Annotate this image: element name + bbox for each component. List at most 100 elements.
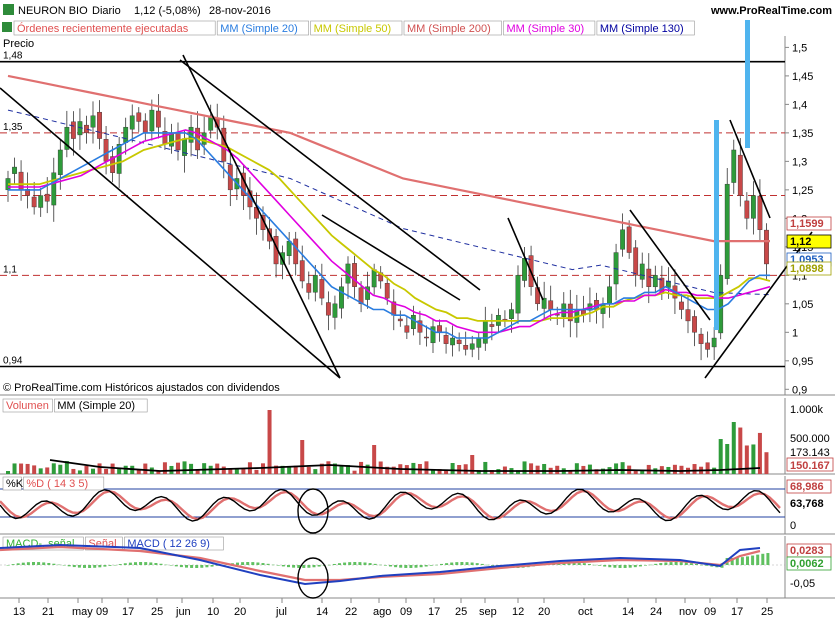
volume-bar (574, 463, 579, 474)
volume-bar (143, 463, 148, 474)
volume-bar (463, 464, 468, 474)
volume-bar (25, 463, 30, 474)
candle (352, 263, 357, 287)
volume-bar (182, 461, 187, 474)
candle (692, 316, 697, 333)
macd-histogram-bar (281, 565, 285, 567)
macd-histogram-bar (608, 565, 612, 568)
x-tick-7: 10 (207, 606, 219, 618)
macd-histogram-bar (659, 563, 663, 565)
volume-bar (705, 462, 710, 474)
macd-histogram-bar (383, 565, 387, 566)
volume-bar (97, 463, 102, 474)
macd-histogram-bar (108, 565, 112, 566)
macd-histogram-bar (475, 563, 479, 565)
x-axis: 13 21 may 09 17 25 jun 10 20 jul 14 22 ago 09 17 25 sep 1… (0, 598, 835, 620)
candle (626, 226, 632, 253)
x-tick-4: 17 (122, 606, 134, 618)
candle (38, 195, 44, 208)
macd-histogram-bar (465, 562, 469, 565)
macd-histogram-bar (57, 564, 61, 566)
macd-histogram-bar (292, 565, 296, 568)
stock-chart[interactable]: NEURON BIO Diario 1,12 (-5,08%) 28-nov-2… (0, 0, 835, 620)
volume-bar (19, 463, 24, 474)
volume-tick-0: 1.000k (790, 404, 824, 416)
volume-legend-0: Volumen (6, 400, 49, 412)
macd-histogram-bar (669, 562, 673, 565)
volume-bar (542, 463, 547, 474)
x-tick-2: may (72, 606, 93, 618)
x-tick-25: 25 (761, 606, 773, 618)
macd-histogram-bar (756, 554, 760, 565)
macd-histogram-bar (761, 553, 765, 565)
volume-panel: Volumen MM (Simple 20) 1.000k 500.000 173.14… (0, 398, 835, 475)
instrument-icon[interactable] (3, 4, 14, 15)
volume-bar (326, 461, 331, 474)
volume-bar (555, 465, 560, 474)
stoch-tick-1: 0 (790, 520, 796, 532)
macd-histogram-bar (159, 563, 163, 565)
chart-header: NEURON BIO Diario 1,12 (-5,08%) 28-nov-2… (0, 0, 835, 20)
x-tick-19: oct (578, 606, 593, 618)
volume-bar (234, 468, 239, 474)
macd-histogram-bar (394, 565, 398, 568)
volume-bar (117, 468, 122, 474)
legend-item-2: MM (Simple 50) (314, 23, 392, 35)
candle (757, 195, 763, 230)
candle (155, 110, 161, 128)
candle (97, 111, 102, 139)
candle (31, 196, 37, 208)
macd-histogram-bar (638, 565, 642, 567)
price-panel: Precio1,48 1,35 1,1 0,94 1,5 1,45 1,4 1,35 1,3 1,… (0, 20, 835, 396)
macd-histogram-bar (37, 562, 41, 565)
macd-histogram-bar (740, 557, 744, 565)
candle (136, 112, 142, 122)
macd-histogram-bar (445, 563, 449, 565)
candle (548, 300, 554, 310)
macd-histogram-bar (603, 565, 607, 567)
level-label-0: 1,48 (3, 51, 23, 62)
macd-histogram-bar (429, 565, 433, 566)
x-tick-14: 17 (428, 606, 440, 618)
price-tick-5: 1,25 (792, 185, 813, 197)
macd-histogram-bar (42, 562, 46, 565)
stoch-legend-0: %K (6, 478, 24, 490)
price-tick-2: 1,4 (792, 99, 807, 111)
candle (286, 240, 292, 256)
macd-histogram-bar (582, 563, 586, 565)
volume-bar (352, 470, 357, 474)
candle (443, 335, 449, 344)
volume-bar (692, 464, 697, 474)
price-panel-label: Precio (3, 38, 34, 50)
candle (424, 336, 429, 339)
macd-histogram-bar (169, 565, 173, 566)
volume-bar (620, 462, 625, 474)
candle (476, 337, 482, 348)
macd-histogram-bar (674, 562, 678, 565)
candle (469, 343, 475, 350)
macd-histogram-bar (266, 563, 270, 565)
volume-bar (587, 464, 592, 474)
indicator-legend: Órdenes recientemente ejecutadas MM (Simp… (0, 20, 835, 36)
instrument-name: NEURON BIO (18, 5, 88, 17)
x-tick-11: 22 (345, 606, 357, 618)
macd-histogram-bar (649, 564, 653, 566)
macd-histogram-bar (98, 565, 102, 568)
candle (221, 127, 227, 162)
macd-histogram-bar (88, 565, 92, 568)
macd-histogram-bar (302, 565, 306, 568)
candle (718, 275, 724, 334)
volume-bar (751, 444, 756, 474)
volume-spike-2 (745, 30, 750, 148)
volume-bar (71, 468, 76, 474)
macd-histogram-bar (11, 564, 15, 565)
candle (744, 200, 750, 219)
candle (652, 275, 658, 288)
macd-histogram-bar (480, 563, 484, 565)
macd-histogram-bar (261, 563, 265, 565)
macd-histogram-bar (378, 564, 382, 566)
candle (149, 109, 155, 132)
volume-bar (58, 464, 63, 474)
macd-tag-0: 0,0283 (790, 545, 824, 557)
macd-histogram-bar (276, 565, 280, 566)
